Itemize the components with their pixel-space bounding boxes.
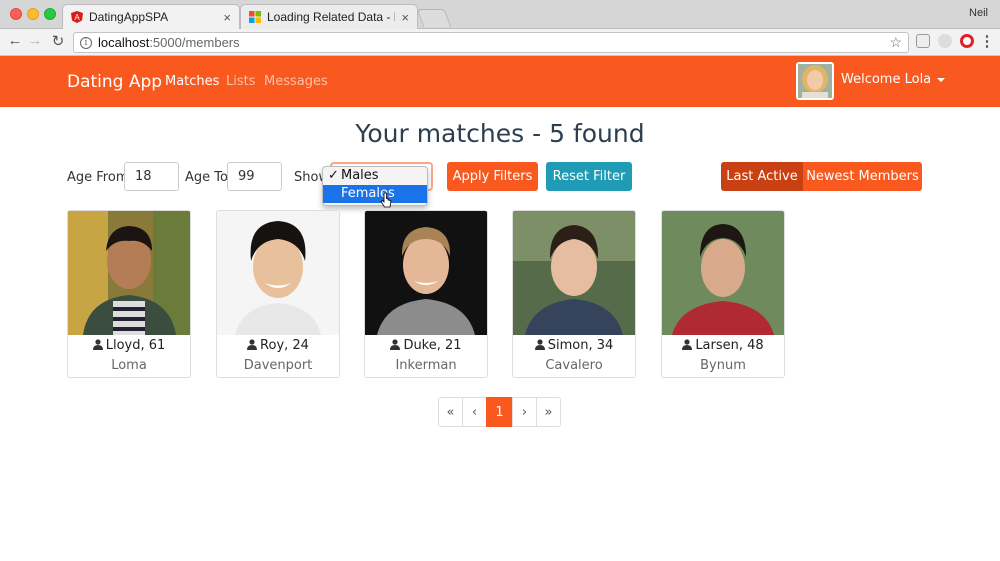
tab-title: DatingAppSPA xyxy=(89,10,169,24)
member-photo xyxy=(365,211,487,335)
browser-toolbar: ← → ↻ i localhost:5000/members ☆ ⋮ xyxy=(0,29,1000,56)
member-name-age: Duke, 21 xyxy=(365,338,487,353)
address-bar[interactable]: i localhost:5000/members ☆ xyxy=(73,32,909,53)
sort-last-active-button[interactable]: Last Active xyxy=(721,162,803,191)
user-icon xyxy=(92,339,103,350)
user-menu-toggle[interactable]: Welcome Lola xyxy=(841,72,946,87)
member-card[interactable]: Lloyd, 61 Loma xyxy=(67,210,191,378)
caret-down-icon xyxy=(937,77,946,82)
forward-arrow-icon[interactable]: → xyxy=(26,32,44,49)
nav-messages[interactable]: Messages xyxy=(264,74,328,89)
member-name-age: Roy, 24 xyxy=(217,338,339,353)
member-card[interactable]: Larsen, 48 Bynum xyxy=(661,210,785,378)
member-city: Inkerman xyxy=(395,358,457,373)
opera-icon[interactable] xyxy=(960,34,974,48)
svg-text:A: A xyxy=(74,13,80,22)
apply-filters-button[interactable]: Apply Filters xyxy=(447,162,538,191)
member-name-age: Simon, 34 xyxy=(513,338,635,353)
browser-tab-datingapp[interactable]: A DatingAppSPA × xyxy=(62,4,240,29)
age-from-label: Age From xyxy=(67,170,129,185)
menu-dots-icon[interactable]: ⋮ xyxy=(978,32,996,50)
sort-newest-members-button[interactable]: Newest Members xyxy=(803,162,922,191)
page-next-button[interactable]: › xyxy=(512,397,537,427)
browser-chrome: A DatingAppSPA × Loading Related Data - … xyxy=(0,0,1000,56)
nav-lists[interactable]: Lists xyxy=(226,74,256,89)
member-city: Bynum xyxy=(700,358,746,373)
user-icon xyxy=(390,339,401,350)
member-card[interactable]: Roy, 24 Davenport xyxy=(216,210,340,378)
gender-option-females[interactable]: Females xyxy=(323,185,427,203)
page-prev-button[interactable]: ‹ xyxy=(462,397,487,427)
brand-logo[interactable]: Dating App xyxy=(67,72,162,92)
close-window-button[interactable] xyxy=(10,8,22,20)
gender-option-males[interactable]: ✓ Males xyxy=(323,167,427,185)
page-current-button[interactable]: 1 xyxy=(486,397,513,427)
bookmark-star-icon[interactable]: ☆ xyxy=(889,34,902,51)
avatar[interactable] xyxy=(796,62,834,100)
member-photo xyxy=(217,211,339,335)
profile-name[interactable]: Neil xyxy=(969,7,988,19)
user-icon xyxy=(247,339,258,350)
extension-icon[interactable] xyxy=(938,34,952,48)
user-icon xyxy=(534,339,545,350)
member-photo xyxy=(513,211,635,335)
user-photo xyxy=(798,64,832,98)
nav-matches[interactable]: Matches xyxy=(165,74,219,89)
member-card[interactable]: Simon, 34 Cavalero xyxy=(512,210,636,378)
tab-close-icon[interactable]: × xyxy=(223,10,231,25)
microsoft-icon xyxy=(249,11,261,23)
member-photo xyxy=(662,211,784,335)
age-to-input[interactable] xyxy=(227,162,282,191)
age-from-input[interactable] xyxy=(124,162,179,191)
back-arrow-icon[interactable]: ← xyxy=(6,32,24,49)
tab-title: Loading Related Data - EF Cor xyxy=(267,10,395,24)
new-tab-button[interactable] xyxy=(416,9,452,27)
pagination: « ‹ 1 › » xyxy=(438,397,561,427)
extension-icon[interactable] xyxy=(916,34,930,48)
mouse-cursor-icon xyxy=(380,192,392,208)
browser-tab-ef-core[interactable]: Loading Related Data - EF Cor × xyxy=(240,4,418,29)
member-city: Davenport xyxy=(243,358,313,373)
tab-strip: A DatingAppSPA × Loading Related Data - … xyxy=(0,0,1000,29)
page-title: Your matches - 5 found xyxy=(355,119,645,148)
checkmark-icon: ✓ xyxy=(328,168,339,183)
member-city: Loma xyxy=(111,358,147,373)
angular-icon: A xyxy=(71,11,83,23)
info-icon[interactable]: i xyxy=(80,36,92,49)
minimize-window-button[interactable] xyxy=(27,8,39,20)
member-card[interactable]: Duke, 21 Inkerman xyxy=(364,210,488,378)
member-name-age: Larsen, 48 xyxy=(662,338,784,353)
member-name-age: Lloyd, 61 xyxy=(68,338,190,353)
tab-close-icon[interactable]: × xyxy=(401,10,409,25)
member-city: Cavalero xyxy=(545,358,603,373)
reset-filter-button[interactable]: Reset Filter xyxy=(546,162,632,191)
app-navbar: Dating App Matches Lists Messages Welcom… xyxy=(0,56,1000,107)
url-text: localhost:5000/members xyxy=(98,35,240,50)
gender-dropdown-list: ✓ Males Females xyxy=(322,166,428,206)
member-photo xyxy=(68,211,190,335)
maximize-window-button[interactable] xyxy=(44,8,56,20)
page-first-button[interactable]: « xyxy=(438,397,463,427)
page-last-button[interactable]: » xyxy=(536,397,561,427)
age-to-label: Age To xyxy=(185,170,228,185)
user-icon xyxy=(682,339,693,350)
reload-icon[interactable]: ↻ xyxy=(49,32,67,50)
